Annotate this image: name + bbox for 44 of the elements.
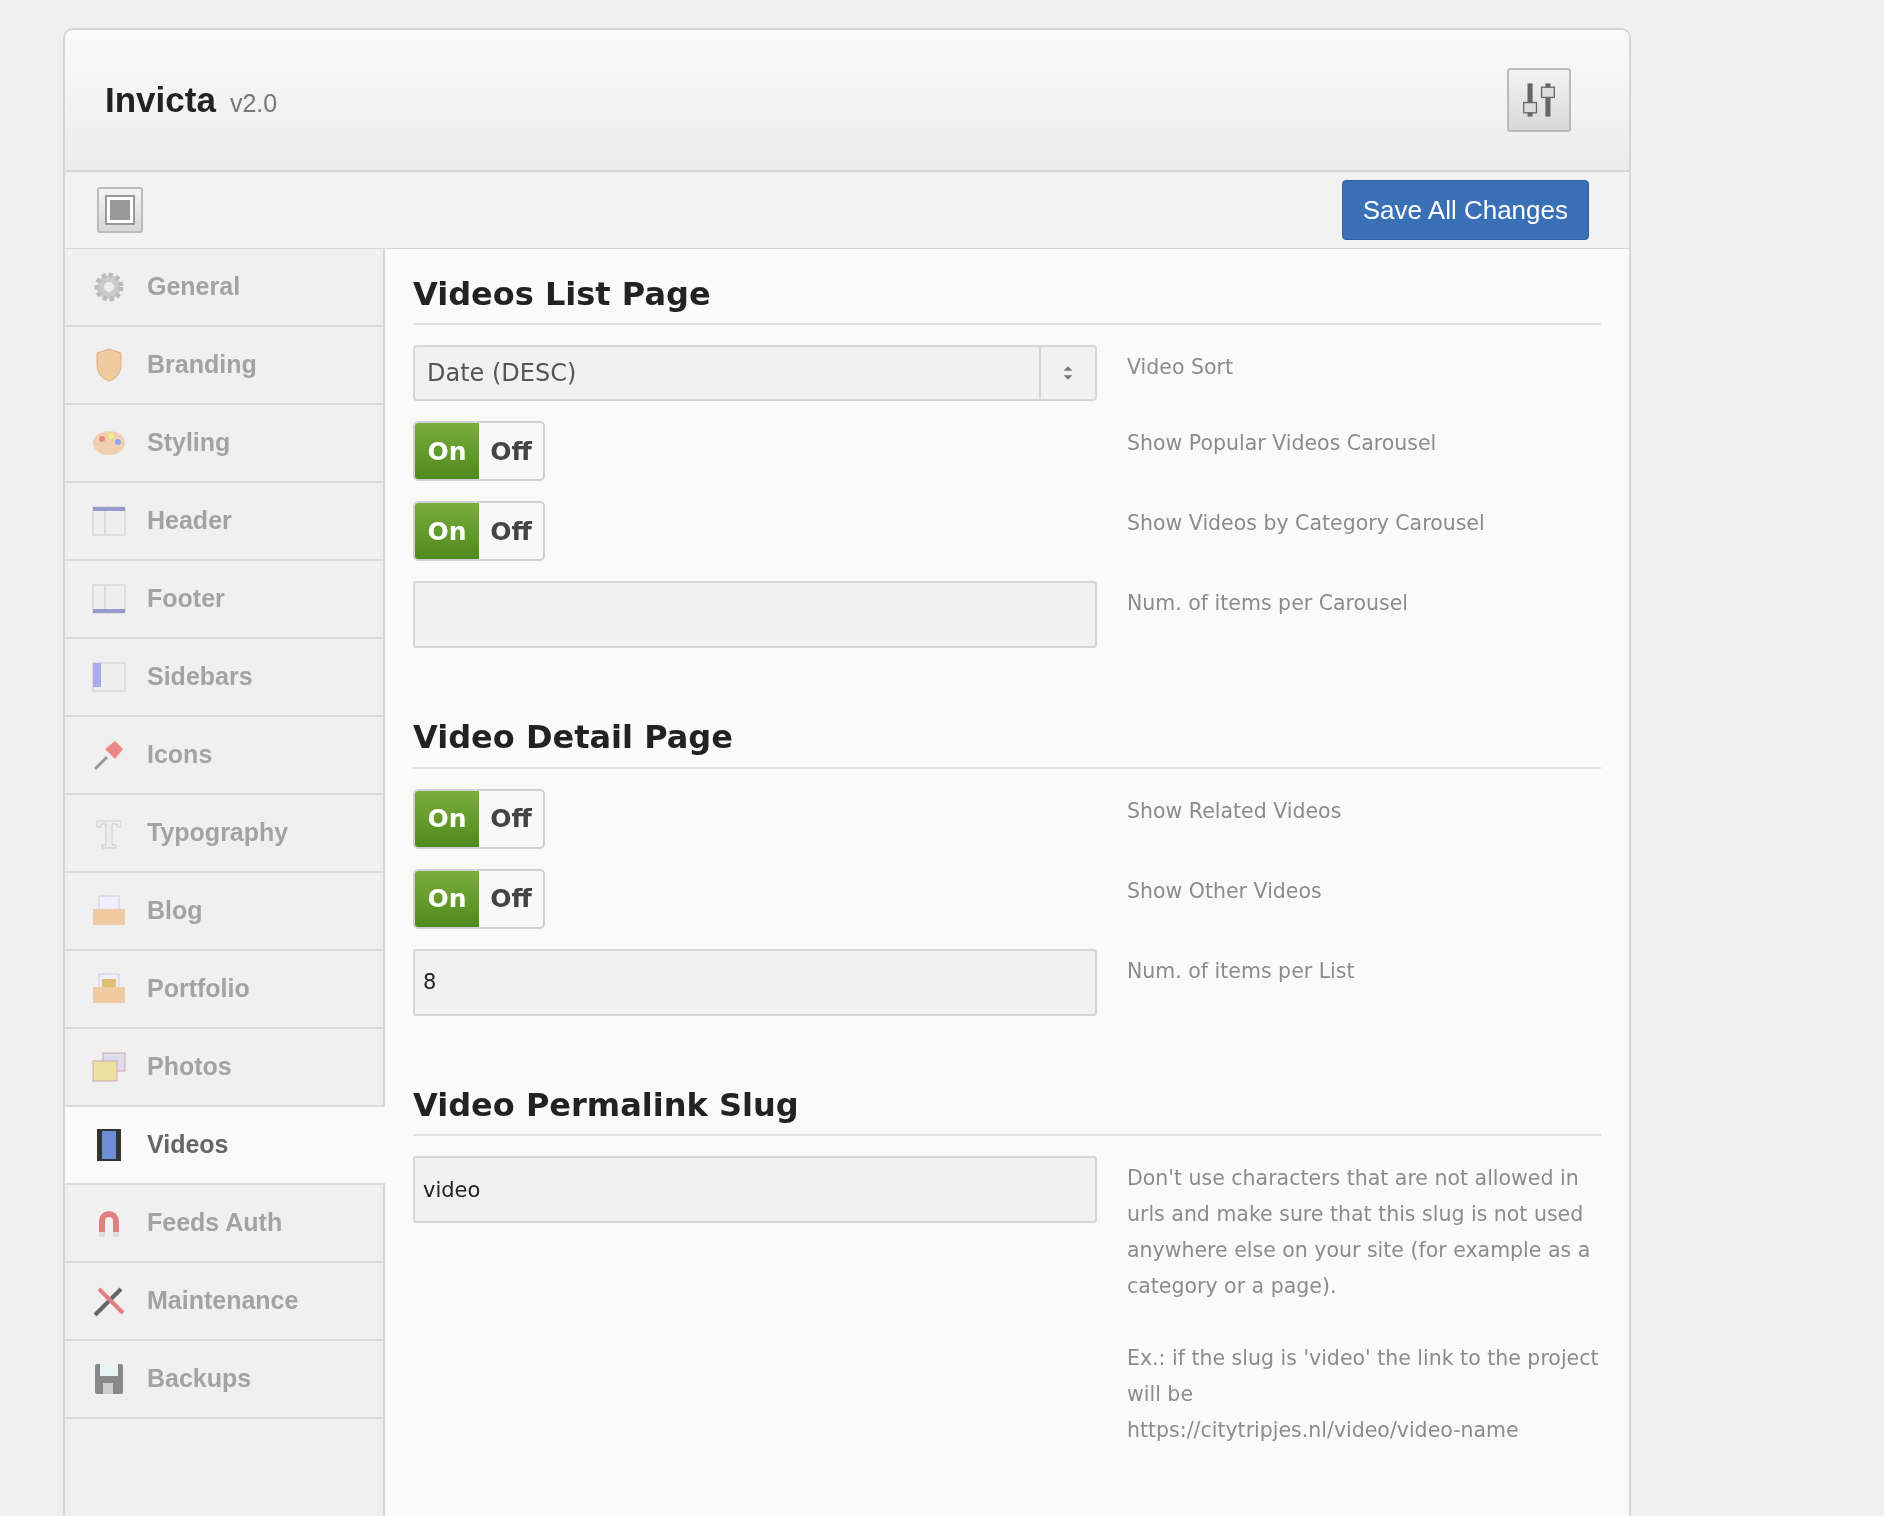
- help-text: Don't use characters that are not allowed in urls and make sure that this slug is not used anywhere else on your site (for example as a category or a page).: [1127, 1165, 1592, 1301]
- section-heading: Videos List Page: [413, 275, 1601, 326]
- settings-button[interactable]: [1507, 68, 1571, 132]
- on-toggle[interactable]: On: [415, 503, 479, 560]
- on-toggle[interactable]: On: [415, 423, 479, 480]
- sidebar-item[interactable]: Footer: [65, 561, 383, 639]
- layout-side-icon: [91, 659, 127, 695]
- section-heading: Video Permalink Slug: [413, 1085, 1601, 1137]
- sidebar-item[interactable]: Styling: [65, 405, 383, 483]
- option-label: Video Sort: [1127, 354, 1233, 382]
- option-label: Show Videos by Category Carousel: [1127, 510, 1485, 538]
- app-title: Invicta: [105, 79, 216, 119]
- help-text: https://citytripjes.nl/video/video-name: [1127, 1417, 1520, 1445]
- sidebar-item[interactable]: Feeds Auth: [65, 1185, 383, 1263]
- on-toggle[interactable]: On: [415, 790, 479, 847]
- save-button[interactable]: Save All Changes: [1341, 180, 1589, 240]
- sidebar-item[interactable]: Header: [65, 483, 383, 561]
- sidebar-item[interactable]: Backups: [65, 1341, 383, 1419]
- layout-bottom-icon: [91, 581, 127, 617]
- sidebar-item[interactable]: Branding: [65, 327, 383, 405]
- text-field[interactable]: 8: [413, 948, 1097, 1016]
- on-toggle[interactable]: On: [415, 870, 479, 927]
- sidebar-item[interactable]: Blog: [65, 873, 383, 951]
- option-label: Show Other Videos: [1127, 877, 1322, 905]
- layout-top-icon: [91, 503, 127, 539]
- fullscreen-button[interactable]: [97, 187, 143, 233]
- version-label: v2.0: [229, 88, 278, 117]
- sidebar-item[interactable]: General: [65, 249, 383, 327]
- sidebar-item[interactable]: Portfolio: [65, 951, 383, 1029]
- text-field[interactable]: [413, 581, 1097, 649]
- sidebar-item[interactable]: Sidebars: [65, 639, 383, 717]
- text-field[interactable]: video: [413, 1156, 1097, 1224]
- pictures-icon: [91, 1049, 127, 1085]
- window-icon: [102, 192, 138, 228]
- option-label: Num. of items per List: [1127, 957, 1355, 985]
- sidebar-item[interactable]: Maintenance: [65, 1263, 383, 1341]
- option-label: Num. of items per Carousel: [1127, 590, 1409, 618]
- option-label: Show Popular Videos Carousel: [1127, 430, 1437, 458]
- option-label: Show Related Videos: [1127, 797, 1342, 825]
- sidebar-item[interactable]: Typography: [65, 795, 383, 873]
- section-heading: Video Detail Page: [413, 718, 1601, 769]
- select-field[interactable]: Date (DESC): [413, 345, 1097, 402]
- sidebar-item[interactable]: Icons: [65, 717, 383, 795]
- sidebar-item[interactable]: Videos: [65, 1107, 385, 1185]
